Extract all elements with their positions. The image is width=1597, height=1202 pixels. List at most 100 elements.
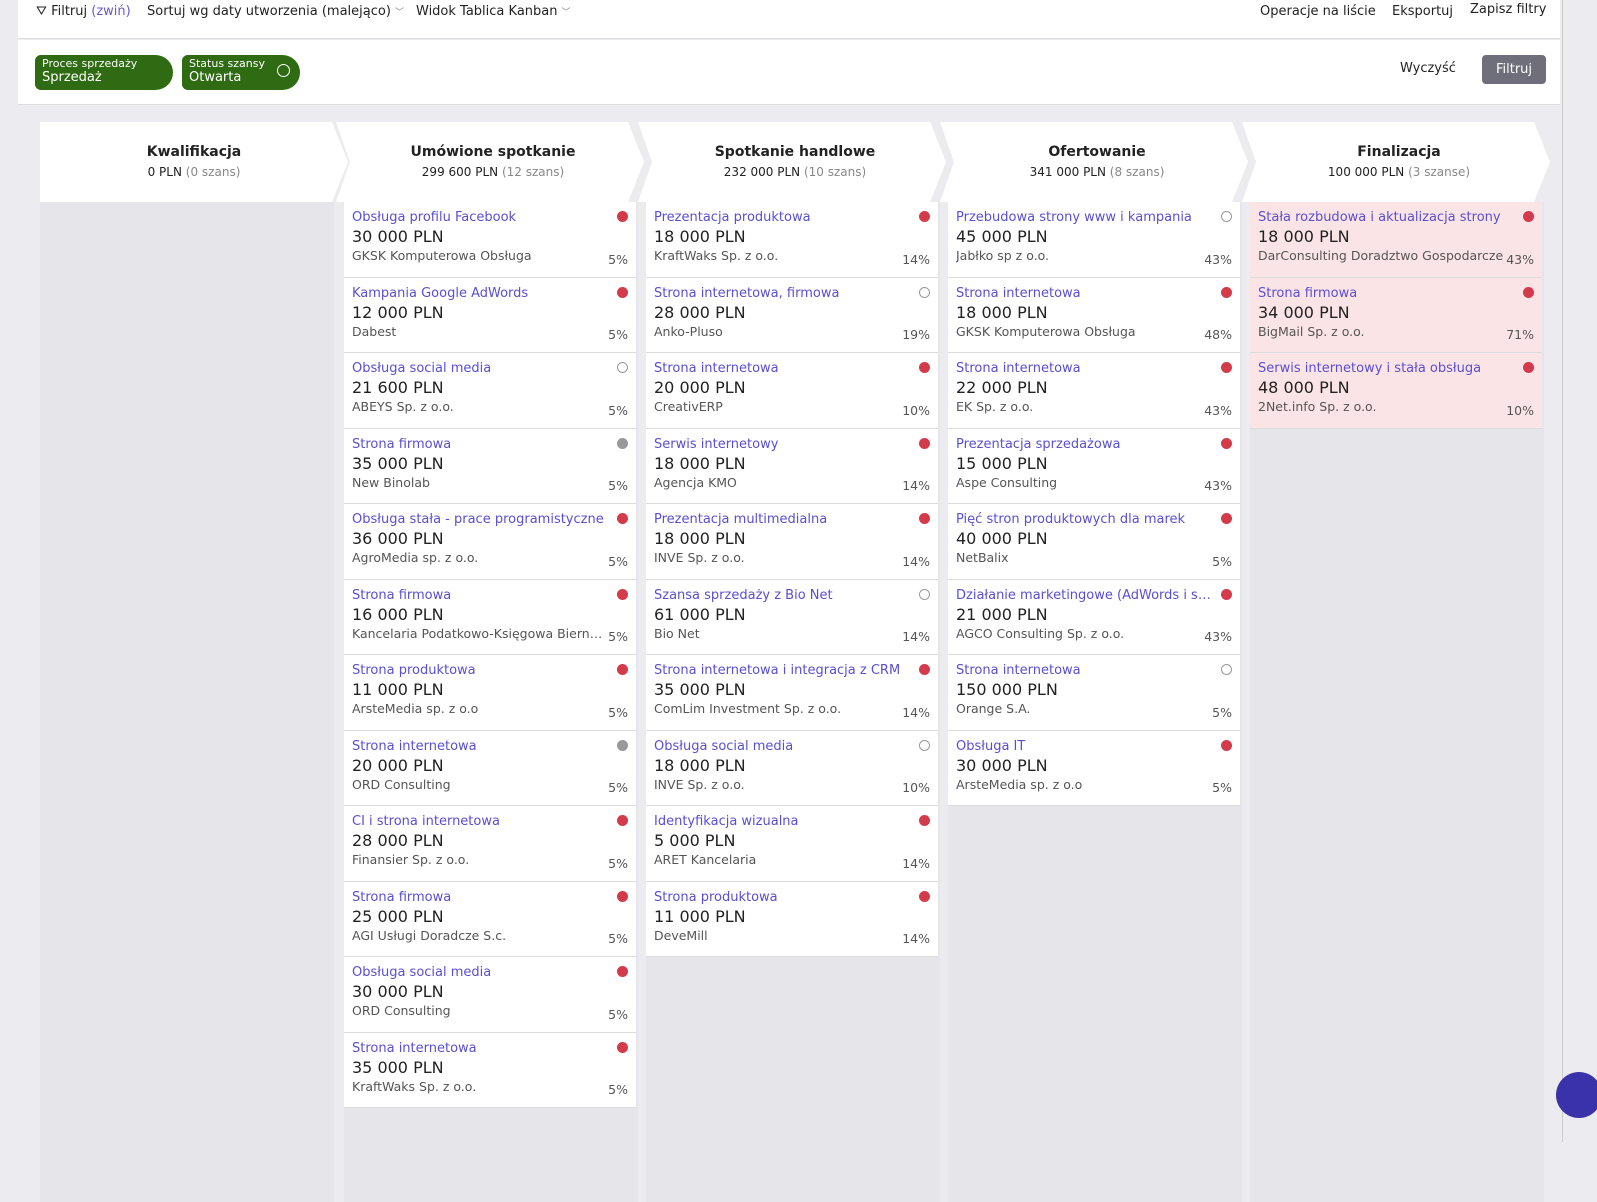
opportunity-card[interactable]: Strona produktowa 11 000 PLN DeveMill 14… (646, 881, 938, 957)
opportunity-card[interactable]: Prezentacja multimedialna 18 000 PLN INV… (646, 504, 938, 580)
opportunity-card[interactable]: Obsługa social media 30 000 PLN ORD Cons… (344, 957, 636, 1033)
opportunity-title-link[interactable]: Strona firmowa (352, 437, 614, 452)
opportunity-card[interactable]: Strona internetowa 35 000 PLN KraftWaks … (344, 1032, 636, 1108)
opportunity-title-link[interactable]: Przebudowa strony www i kampania (956, 210, 1218, 225)
opportunity-card[interactable]: Strona internetowa 22 000 PLN EK Sp. z o… (948, 353, 1240, 429)
column-header[interactable]: Kwalifikacja 0 PLN (0 szans) (40, 122, 348, 202)
opportunity-card[interactable]: Obsługa profilu Facebook 30 000 PLN GKSK… (344, 202, 636, 278)
opportunity-card[interactable]: CI i strona internetowa 28 000 PLN Finan… (344, 806, 636, 882)
probability: 43% (1506, 251, 1534, 267)
opportunity-amount: 18 000 PLN (654, 227, 746, 246)
opportunity-card[interactable]: Strona internetowa, firmowa 28 000 PLN A… (646, 277, 938, 353)
opportunity-card[interactable]: Obsługa stała - prace programistyczne 36… (344, 504, 636, 580)
opportunity-card[interactable]: Serwis internetowy 18 000 PLN Agencja KM… (646, 428, 938, 504)
opportunity-title-link[interactable]: Strona internetowa (956, 663, 1218, 678)
opportunity-card[interactable]: Działanie marketingowe (AdWords i soci..… (948, 579, 1240, 655)
opportunity-title-link[interactable]: Szansa sprzedaży z Bio Net (654, 588, 916, 603)
opportunity-title-link[interactable]: Identyfikacja wizualna (654, 814, 916, 829)
opportunity-title-link[interactable]: Obsługa social media (352, 361, 614, 376)
opportunity-title-link[interactable]: Strona produktowa (654, 890, 916, 905)
opportunity-card[interactable]: Identyfikacja wizualna 5 000 PLN ARET Ka… (646, 806, 938, 882)
opportunity-card[interactable]: Szansa sprzedaży z Bio Net 61 000 PLN Bi… (646, 579, 938, 655)
opportunity-card[interactable]: Obsługa social media 18 000 PLN INVE Sp.… (646, 730, 938, 806)
opportunity-card[interactable]: Strona internetowa 20 000 PLN CreativERP… (646, 353, 938, 429)
opportunity-title-link[interactable]: Serwis internetowy i stała obsługa (1258, 361, 1520, 376)
opportunity-title-link[interactable]: Kampania Google AdWords (352, 286, 614, 301)
opportunity-title-link[interactable]: Serwis internetowy (654, 437, 916, 452)
status-dot-icon (1221, 739, 1232, 751)
opportunity-card[interactable]: Prezentacja sprzedażowa 15 000 PLN Aspe … (948, 428, 1240, 504)
status-dot-icon (1221, 362, 1232, 373)
opportunity-card[interactable]: Serwis internetowy i stała obsługa 48 00… (1250, 353, 1542, 429)
status-dot-icon (919, 664, 930, 675)
save-filters-button[interactable]: Zapisz filtry (1470, 2, 1546, 17)
opportunity-card[interactable]: Strona firmowa 34 000 PLN BigMail Sp. z … (1250, 277, 1542, 353)
opportunity-card[interactable]: Strona internetowa 20 000 PLN ORD Consul… (344, 730, 636, 806)
list-operations-button[interactable]: Operacje na liście (1260, 4, 1376, 19)
column-header[interactable]: Spotkanie handlowe 232 000 PLN (10 szans… (638, 122, 946, 202)
opportunity-card[interactable]: Strona internetowa 18 000 PLN GKSK Kompu… (948, 277, 1240, 353)
collapse-link[interactable]: (zwiń) (91, 4, 130, 19)
opportunity-card[interactable]: Strona internetowa i integracja z CRM 35… (646, 655, 938, 731)
company-name: ArsteMedia sp. z o.o (352, 701, 479, 716)
opportunity-title-link[interactable]: Obsługa stała - prace programistyczne (352, 512, 614, 527)
opportunity-card[interactable]: Strona firmowa 16 000 PLN Kancelaria Pod… (344, 579, 636, 655)
opportunity-title-link[interactable]: Obsługa IT (956, 739, 1218, 754)
filter-chip-sales-process[interactable]: Proces sprzedaży Sprzedaż (35, 55, 173, 90)
opportunity-title-link[interactable]: Prezentacja produktowa (654, 210, 916, 225)
opportunity-title-link[interactable]: Obsługa social media (654, 739, 916, 754)
filter-toggle[interactable]: ⛛ Filtruj (zwiń) (36, 4, 131, 19)
opportunity-card[interactable]: Przebudowa strony www i kampania 45 000 … (948, 202, 1240, 278)
scrollbar[interactable] (1562, 0, 1563, 1142)
opportunity-title-link[interactable]: Strona firmowa (352, 890, 614, 905)
opportunity-card[interactable]: Stała rozbudowa i aktualizacja strony 18… (1250, 202, 1542, 278)
opportunity-title-link[interactable]: Działanie marketingowe (AdWords i soci..… (956, 588, 1218, 603)
sort-dropdown[interactable]: Sortuj wg daty utworzenia (malejąco) ﹀ (147, 4, 404, 19)
opportunity-title-link[interactable]: Stała rozbudowa i aktualizacja strony (1258, 210, 1520, 225)
opportunity-card[interactable]: Strona firmowa 35 000 PLN New Binolab 5% (344, 428, 636, 504)
opportunity-card[interactable]: Prezentacja produktowa 18 000 PLN KraftW… (646, 202, 938, 278)
opportunity-card[interactable]: Strona produktowa 11 000 PLN ArsteMedia … (344, 655, 636, 731)
opportunity-card[interactable]: Pięć stron produktowych dla marek 40 000… (948, 504, 1240, 580)
probability: 5% (1212, 553, 1232, 569)
opportunity-title-link[interactable]: Strona internetowa i integracja z CRM (654, 663, 916, 678)
filter-button[interactable]: Filtruj (1482, 55, 1546, 84)
export-button[interactable]: Eksportuj (1392, 4, 1453, 19)
column-header[interactable]: Umówione spotkanie 299 600 PLN (12 szans… (336, 122, 644, 202)
opportunity-card[interactable]: Obsługa social media 21 600 PLN ABEYS Sp… (344, 353, 636, 429)
opportunity-card[interactable]: Strona firmowa 25 000 PLN AGI Usługi Dor… (344, 881, 636, 957)
opportunity-card[interactable]: Kampania Google AdWords 12 000 PLN Dabes… (344, 277, 636, 353)
status-dot-icon (919, 739, 930, 751)
opportunity-title-link[interactable]: Strona internetowa (352, 739, 614, 754)
probability: 5% (608, 704, 628, 720)
opportunity-title-link[interactable]: Strona internetowa, firmowa (654, 286, 916, 301)
column-header[interactable]: Finalizacja 100 000 PLN (3 szanse) (1242, 122, 1550, 202)
column-header[interactable]: Ofertowanie 341 000 PLN (8 szans) (940, 122, 1248, 202)
probability: 10% (902, 402, 930, 418)
filter-chip-status[interactable]: Status szansy Otwarta (182, 55, 300, 90)
probability: 5% (608, 780, 628, 795)
opportunity-title-link[interactable]: Strona firmowa (352, 588, 614, 603)
opportunity-card[interactable]: Obsługa IT 30 000 PLN ArsteMedia sp. z o… (948, 730, 1240, 806)
status-dot-icon (617, 286, 628, 298)
opportunity-title-link[interactable]: Strona firmowa (1258, 286, 1520, 301)
opportunity-title-link[interactable]: Strona internetowa (654, 361, 916, 376)
opportunity-title-link[interactable]: Obsługa social media (352, 965, 614, 980)
status-dot-icon (617, 815, 628, 826)
view-dropdown[interactable]: Widok Tablica Kanban ﹀ (416, 4, 571, 19)
help-chat-button[interactable] (1556, 1072, 1597, 1118)
opportunity-title-link[interactable]: Strona internetowa (352, 1041, 614, 1056)
opportunity-title-link[interactable]: Obsługa profilu Facebook (352, 210, 614, 225)
opportunity-title-link[interactable]: Strona internetowa (956, 286, 1218, 301)
status-dot-icon (617, 1041, 628, 1053)
opportunity-title-link[interactable]: CI i strona internetowa (352, 814, 614, 829)
opportunity-title-link[interactable]: Strona internetowa (956, 361, 1218, 376)
probability: 5% (608, 1082, 628, 1097)
opportunity-amount: 35 000 PLN (352, 453, 444, 473)
opportunity-title-link[interactable]: Strona produktowa (352, 663, 614, 678)
opportunity-title-link[interactable]: Pięć stron produktowych dla marek (956, 512, 1218, 527)
opportunity-title-link[interactable]: Prezentacja multimedialna (654, 512, 916, 527)
clear-button[interactable]: Wyczyść (1400, 61, 1456, 76)
opportunity-card[interactable]: Strona internetowa 150 000 PLN Orange S.… (948, 655, 1240, 731)
opportunity-title-link[interactable]: Prezentacja sprzedażowa (956, 437, 1218, 452)
